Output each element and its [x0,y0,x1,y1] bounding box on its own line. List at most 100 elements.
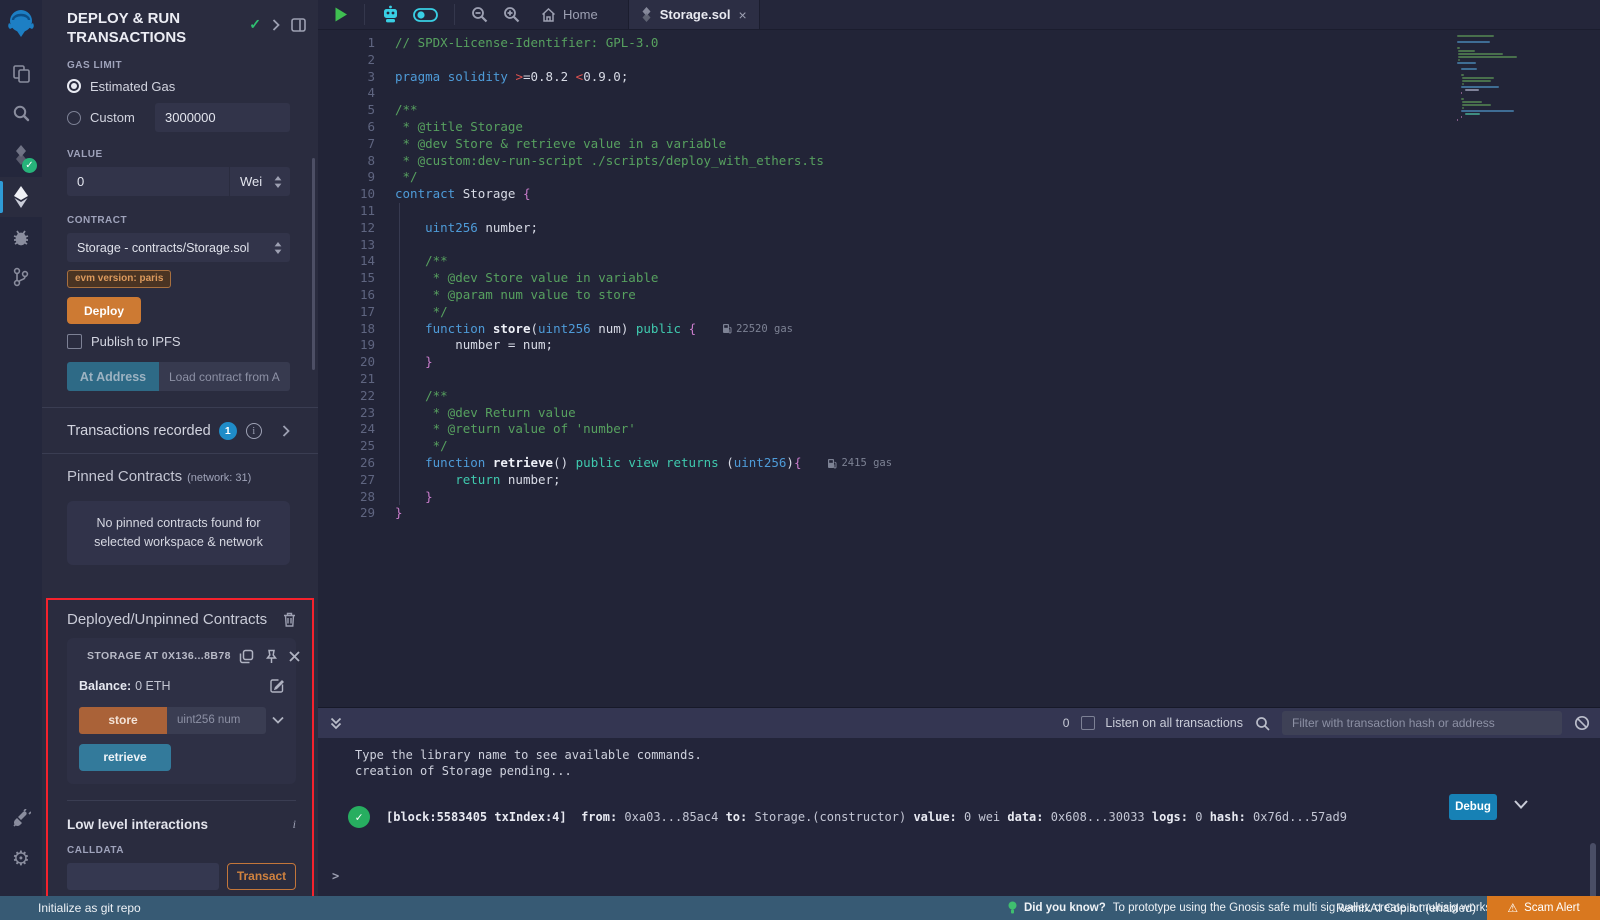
pinned-contracts-title: Pinned Contracts [67,468,182,485]
code-line: 5/** [318,102,1600,119]
sidebar-item-file-explorer[interactable] [0,53,42,93]
code-line: 6 * @title Storage [318,119,1600,136]
remix-ide-window: ✓ ⚙ DEPLOY & RUN TRANSACTIONS ✓ [0,0,1600,920]
terminal-output[interactable]: Type the library name to see available c… [318,738,1600,897]
code-line: 23 * @dev Return value [318,405,1600,422]
gas-estimate-annotation: 2415 gas [827,455,892,472]
clear-console-icon[interactable] [1574,715,1590,731]
pin-icon[interactable] [265,649,278,664]
transactions-recorded-row[interactable]: Transactions recorded 1 i [67,408,290,453]
code-line: 21 [318,371,1600,388]
contract-instance-label[interactable]: STORAGE AT 0X136...8B78 [87,650,231,662]
value-unit-select[interactable]: Wei [230,167,290,196]
zoom-in-icon[interactable] [503,6,520,23]
copy-icon[interactable] [239,649,254,664]
home-icon [541,8,556,22]
tab-storage-sol[interactable]: Storage.sol × [628,0,760,29]
run-script-play-icon[interactable] [334,7,348,22]
transact-button[interactable]: Transact [227,863,296,890]
debug-button[interactable]: Debug [1449,794,1497,820]
publish-ipfs-checkbox[interactable] [67,334,82,349]
deployed-contracts-section-highlighted: Deployed/Unpinned Contracts STORAGE AT 0… [46,598,314,896]
code-line: 12 uint256 number; [318,220,1600,237]
code-line: 24 * @return value of 'number' [318,421,1600,438]
custom-gas-input[interactable] [155,103,290,132]
edit-icon[interactable] [270,679,284,693]
remix-logo-icon[interactable] [5,7,37,39]
search-icon [12,104,30,122]
scam-alert-button[interactable]: ⚠ Scam Alert [1487,896,1600,920]
calldata-input[interactable] [67,863,219,890]
terminal-filter-input[interactable] [1282,711,1562,735]
close-icon[interactable] [289,651,300,662]
copilot-status[interactable]: RemixAI Copilot (enabled) [1336,901,1476,915]
custom-gas-radio[interactable] [67,111,81,125]
panel-scrollbar[interactable] [312,158,315,370]
tab-close-icon[interactable]: × [738,7,746,23]
copilot-toggle-icon[interactable] [413,8,438,22]
code-line: 17 */ [318,304,1600,321]
sidebar-item-solidity-compiler[interactable]: ✓ [0,133,42,177]
status-bar: Initialize as git repo Did you know? To … [0,896,1600,920]
code-line: 13 [318,237,1600,254]
editor-minimap[interactable] [1457,35,1523,122]
sidebar-item-plugin-manager[interactable] [0,798,42,838]
chevron-right-icon[interactable] [282,425,290,437]
settings-gear-icon: ⚙ [12,846,30,870]
code-editor[interactable]: 1// SPDX-License-Identifier: GPL-3.023pr… [318,31,1600,707]
code-line: 10contract Storage { [318,186,1600,203]
tx-log-text: [block:5583405 txIndex:4] from: 0xa03...… [386,810,1347,824]
info-icon: i [293,817,296,832]
home-tab-button[interactable]: Home [535,7,612,22]
store-function-button[interactable]: store [79,707,167,734]
ai-copilot-robot-icon[interactable] [381,5,400,24]
sidebar-item-debugger[interactable] [0,217,42,257]
lightbulb-icon [1008,901,1017,915]
trash-icon[interactable] [283,612,296,627]
sidebar-item-git[interactable] [0,257,42,297]
calldata-label: CALLDATA [67,845,296,856]
code-line: 27 return number; [318,472,1600,489]
deploy-button[interactable]: Deploy [67,297,141,324]
divider [67,800,296,801]
estimated-gas-radio[interactable] [67,79,81,93]
listen-all-checkbox[interactable] [1081,716,1095,730]
terminal-scrollbar[interactable] [1590,843,1596,901]
publish-ipfs-option[interactable]: Publish to IPFS [67,334,290,349]
code-lines: 1// SPDX-License-Identifier: GPL-3.023pr… [318,31,1600,522]
panel-collapse-icon[interactable] [272,19,280,31]
code-line: 28 } [318,489,1600,506]
code-line: 18 function store(uint256 num) public {2… [318,321,1600,338]
collapse-terminal-icon[interactable] [330,717,342,730]
code-line: 11 [318,203,1600,220]
expand-log-chevron-icon[interactable] [1514,800,1528,809]
value-input[interactable] [67,167,229,196]
store-param-input[interactable] [167,707,266,734]
deploy-run-panel: DEPLOY & RUN TRANSACTIONS ✓ GAS LIMIT Es… [42,0,318,896]
retrieve-function-button[interactable]: retrieve [79,744,171,771]
pinned-empty-message: No pinned contracts found for selected w… [67,501,290,565]
pending-tx-count: 0 [1063,716,1070,730]
zoom-out-icon[interactable] [471,6,488,23]
at-address-button[interactable]: At Address [67,362,159,391]
compile-success-badge: ✓ [22,158,37,173]
plug-icon [12,809,31,828]
pin-panel-icon[interactable] [291,18,306,32]
transaction-log-row[interactable]: ✓ [block:5583405 txIndex:4] from: 0xa03.… [355,806,1600,828]
code-line: 7 * @dev Store & retrieve value in a var… [318,136,1600,153]
expand-params-chevron-icon[interactable] [272,716,284,724]
git-init-button[interactable]: Initialize as git repo [38,901,141,915]
deployed-contracts-title: Deployed/Unpinned Contracts [67,611,267,628]
at-address-input[interactable] [159,362,290,391]
editor-topbar: Home Storage.sol × [318,0,1600,30]
estimated-gas-option[interactable]: Estimated Gas [67,78,290,94]
sidebar-item-settings[interactable]: ⚙ [0,838,42,878]
custom-gas-option[interactable]: Custom [67,103,290,132]
sidebar-item-search[interactable] [0,93,42,133]
terminal-prompt: > [332,869,339,883]
terminal-toolbar: 0 Listen on all transactions [318,708,1600,738]
code-line: 8 * @custom:dev-run-script ./scripts/dep… [318,153,1600,170]
sidebar-item-deploy-run[interactable] [0,177,42,217]
code-line: 19 number = num; [318,337,1600,354]
contract-select[interactable]: Storage - contracts/Storage.sol [67,233,290,262]
